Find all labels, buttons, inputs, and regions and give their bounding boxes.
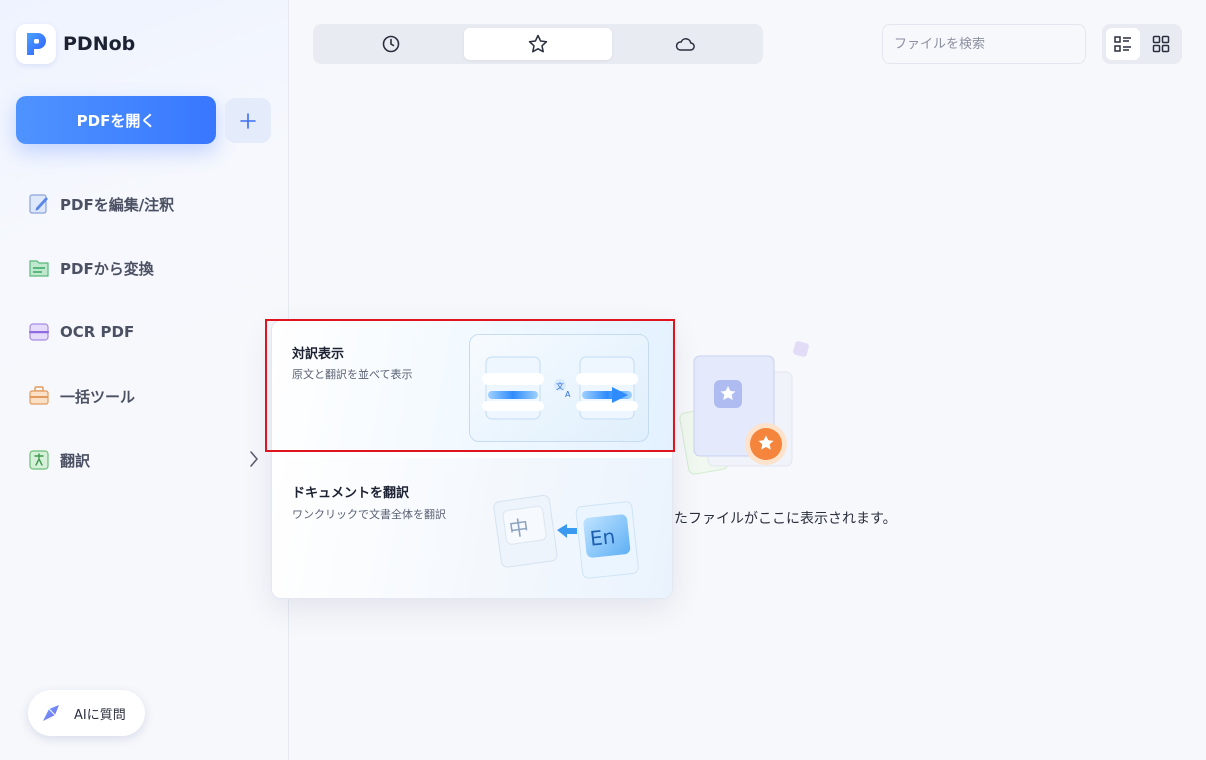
open-pdf-button[interactable]: PDFを開く <box>16 96 216 144</box>
grid-view-button[interactable] <box>1144 28 1178 60</box>
sidebar-item-label: 翻訳 <box>60 451 91 470</box>
source-language-glyph: 中 <box>507 515 530 542</box>
sidebar-item-label: PDFを編集/注釈 <box>60 195 175 214</box>
list-view-button[interactable] <box>1106 28 1140 60</box>
sidebar-nav: PDFを編集/注釈 PDFから変換 OCR PDF 一括ツール 翻訳 <box>0 172 289 492</box>
translate-submenu: 対訳表示 原文と翻訳を並べて表示 文 A ドキュメントを翻訳 ワンクリックで文書… <box>271 320 673 599</box>
toolbox-icon <box>26 383 52 409</box>
target-language-glyph: En <box>589 524 617 551</box>
tab-cloud[interactable] <box>612 28 759 60</box>
ask-ai-label: AIに質問 <box>74 707 126 723</box>
chevron-right-icon <box>250 451 258 467</box>
option-subtitle: ワンクリックで文書全体を翻訳 <box>292 508 446 521</box>
list-view-icon <box>1114 36 1131 52</box>
plus-icon <box>240 112 256 129</box>
star-icon <box>528 34 548 53</box>
menu-option-parallel-view[interactable]: 対訳表示 原文と翻訳を並べて表示 文 A <box>272 321 672 451</box>
sidebar: PDNob PDFを開く PDFを編集/注釈 PDFから変換 OCR PDF 一… <box>0 0 289 760</box>
sidebar-item-translate[interactable]: 翻訳 <box>0 428 289 492</box>
file-tab-switcher <box>313 24 763 64</box>
pdnob-logo-icon <box>16 24 56 64</box>
brand: PDNob <box>16 24 135 64</box>
edit-icon <box>26 191 52 217</box>
cloud-icon <box>676 38 696 51</box>
ocr-icon <box>26 319 52 345</box>
sidebar-item-label: OCR PDF <box>60 323 135 341</box>
translate-icon <box>26 447 52 473</box>
empty-favorites-illustration <box>676 340 816 480</box>
search-input[interactable] <box>882 24 1086 64</box>
sidebar-item-ocr[interactable]: OCR PDF <box>0 300 289 364</box>
option-title: 対訳表示 <box>292 347 345 362</box>
svg-text:A: A <box>565 390 571 399</box>
sidebar-item-convert[interactable]: PDFから変換 <box>0 236 289 300</box>
ask-ai-button[interactable]: AIに質問 <box>28 690 145 736</box>
clock-icon <box>382 35 399 53</box>
tab-recent[interactable] <box>317 28 464 60</box>
parallel-view-illustration: 文 A <box>469 334 649 442</box>
ai-sparkle-icon <box>43 705 59 721</box>
empty-state-message: たファイルがここに表示されます。 <box>674 511 897 527</box>
add-button[interactable] <box>225 98 271 143</box>
menu-option-translate-document[interactable]: ドキュメントを翻訳 ワンクリックで文書全体を翻訳 中 En <box>272 458 672 598</box>
sidebar-item-label: PDFから変換 <box>60 259 154 278</box>
svg-text:文: 文 <box>556 381 564 391</box>
document-translate-illustration: 中 En <box>493 494 639 579</box>
convert-icon <box>26 255 52 281</box>
option-title: ドキュメントを翻訳 <box>292 486 410 501</box>
tab-favorites[interactable] <box>464 28 612 60</box>
sidebar-item-label: 一括ツール <box>60 387 136 406</box>
grid-view-icon <box>1152 35 1170 53</box>
app-name: PDNob <box>63 33 136 55</box>
option-subtitle: 原文と翻訳を並べて表示 <box>292 368 413 381</box>
sidebar-item-edit[interactable]: PDFを編集/注釈 <box>0 172 289 236</box>
view-mode-toggle <box>1102 24 1182 64</box>
sidebar-item-batch[interactable]: 一括ツール <box>0 364 289 428</box>
